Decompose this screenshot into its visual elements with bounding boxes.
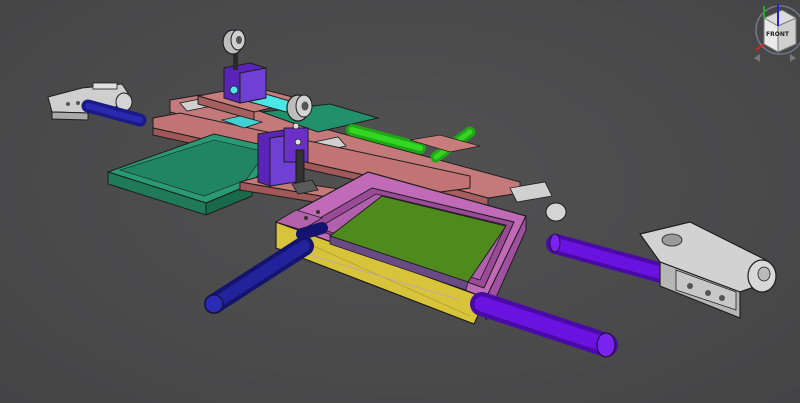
cad-scene[interactable] <box>0 0 800 403</box>
lens-mount-rear[interactable] <box>222 29 246 70</box>
blue-cylinder[interactable] <box>204 236 314 314</box>
navigation-cube-icon[interactable]: FRONT <box>750 0 800 62</box>
blue-cylinder-stub[interactable] <box>296 222 328 240</box>
left-blue-rod[interactable] <box>81 99 147 127</box>
right-bracket[interactable] <box>638 221 777 319</box>
carriage-rear[interactable] <box>223 62 267 104</box>
teal-tray[interactable] <box>106 133 277 216</box>
navigation-cube[interactable]: FRONT <box>750 0 800 62</box>
navcube-face-label: FRONT <box>766 31 790 38</box>
purple-cylinder[interactable] <box>470 292 618 358</box>
3d-viewport[interactable]: FRONT <box>0 0 800 403</box>
